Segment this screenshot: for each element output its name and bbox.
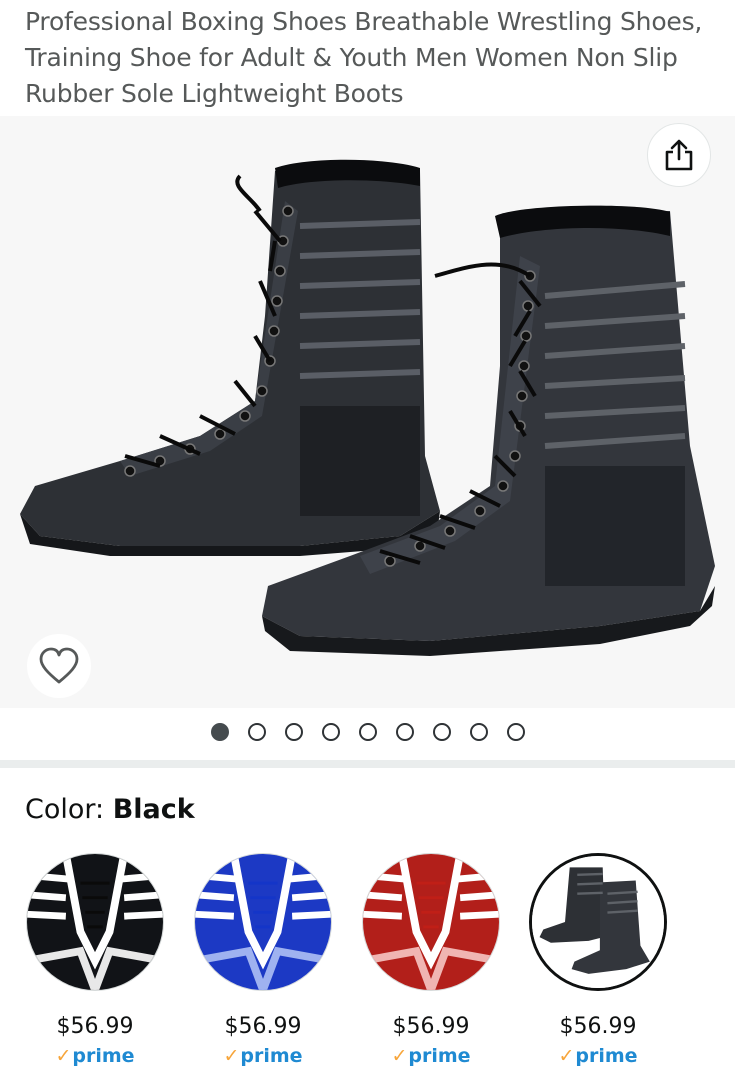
prime-badge: ✓prime bbox=[528, 1045, 668, 1067]
swatch-image bbox=[362, 853, 500, 991]
pagination-dot[interactable] bbox=[358, 723, 377, 741]
prime-text: prime bbox=[72, 1045, 135, 1067]
product-image bbox=[20, 159, 715, 656]
heart-icon bbox=[39, 647, 79, 684]
swatch-black-image bbox=[532, 856, 664, 988]
left-boot bbox=[20, 159, 440, 556]
swatch-price: $56.99 bbox=[56, 1014, 134, 1039]
pagination-dot[interactable] bbox=[395, 723, 414, 741]
pagination-dot[interactable] bbox=[432, 723, 451, 741]
product-title: Professional Boxing Shoes Breathable Wre… bbox=[25, 7, 703, 108]
section-divider bbox=[0, 760, 735, 768]
swatch-image bbox=[529, 853, 667, 991]
prime-check-icon: ✓ bbox=[558, 1045, 575, 1067]
pagination-dot[interactable] bbox=[210, 723, 229, 741]
prime-check-icon: ✓ bbox=[55, 1045, 72, 1067]
color-swatch-list: $56.99 ✓prime $56.99 ✓prime $56.99 ✓prim… bbox=[0, 852, 735, 1082]
swatch-black-selected[interactable]: $56.99 ✓prime bbox=[528, 852, 668, 1077]
swatch-price: $56.99 bbox=[559, 1014, 637, 1039]
pagination-dot[interactable] bbox=[321, 723, 340, 741]
prime-text: prime bbox=[408, 1045, 471, 1067]
swatch-red-white[interactable]: $56.99 ✓prime bbox=[361, 852, 501, 1077]
swatch-blue-white[interactable]: $56.99 ✓prime bbox=[193, 852, 333, 1077]
prime-text: prime bbox=[240, 1045, 303, 1067]
swatch-price: $56.99 bbox=[224, 1014, 302, 1039]
color-selector-heading: Color: Black bbox=[25, 792, 195, 828]
prime-check-icon: ✓ bbox=[391, 1045, 408, 1067]
pagination-dot[interactable] bbox=[284, 723, 303, 741]
prime-check-icon: ✓ bbox=[223, 1045, 240, 1067]
pagination-dot[interactable] bbox=[469, 723, 488, 741]
swatch-red-white-image bbox=[363, 854, 499, 990]
swatch-image bbox=[194, 853, 332, 991]
prime-badge: ✓prime bbox=[193, 1045, 333, 1067]
pagination-dot[interactable] bbox=[506, 723, 525, 741]
image-pagination bbox=[0, 716, 735, 748]
product-image-gallery[interactable] bbox=[0, 116, 735, 708]
pagination-dot[interactable] bbox=[247, 723, 266, 741]
prime-badge: ✓prime bbox=[361, 1045, 501, 1067]
swatch-image bbox=[26, 853, 164, 991]
prime-badge: ✓prime bbox=[25, 1045, 165, 1067]
share-button[interactable] bbox=[647, 123, 711, 187]
prime-text: prime bbox=[575, 1045, 638, 1067]
color-label: Color: bbox=[25, 794, 105, 825]
swatch-black-white[interactable]: $56.99 ✓prime bbox=[25, 852, 165, 1077]
swatch-black-white-image bbox=[27, 854, 163, 990]
favorite-button[interactable] bbox=[27, 634, 91, 698]
share-icon bbox=[665, 139, 693, 171]
swatch-blue-white-image bbox=[195, 854, 331, 990]
selected-color-value: Black bbox=[112, 794, 195, 825]
swatch-price: $56.99 bbox=[392, 1014, 470, 1039]
